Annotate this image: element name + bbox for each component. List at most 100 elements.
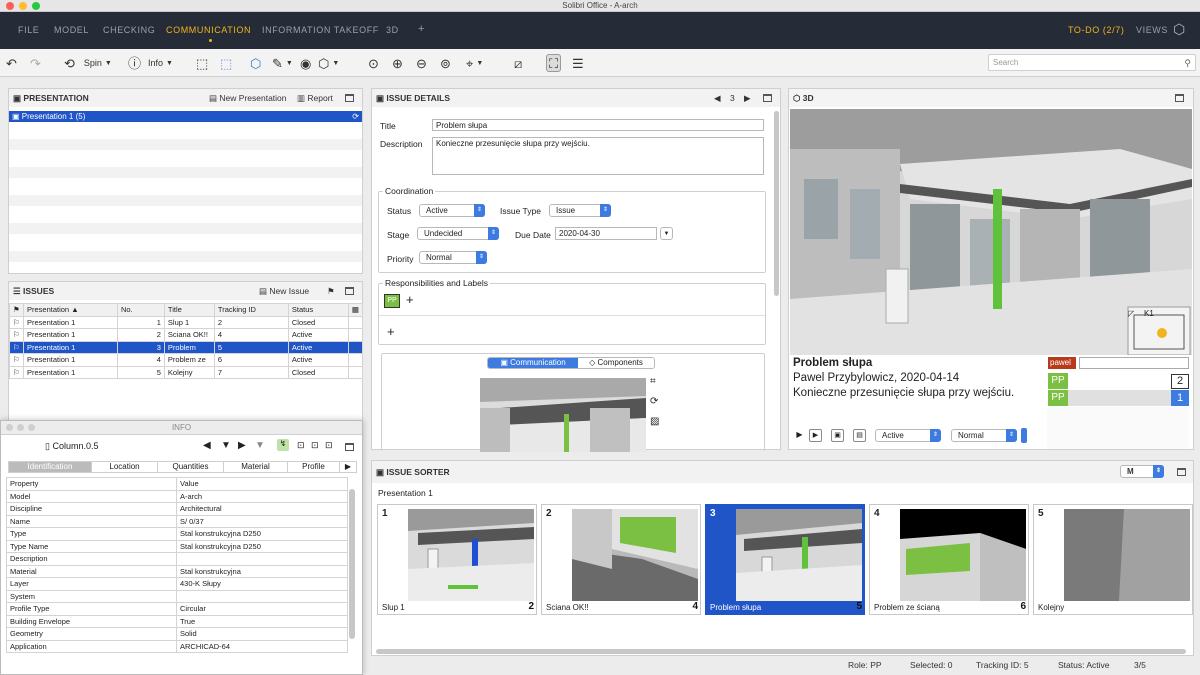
tab-communication[interactable]: ▣ Communication <box>488 358 578 368</box>
tab-components[interactable]: ◇ Components <box>578 358 654 368</box>
due-date-input[interactable]: 2020-04-30 <box>555 227 657 240</box>
table-row[interactable]: Name S/ 0/37 <box>6 514 348 528</box>
maximize-icon[interactable] <box>345 287 354 295</box>
column-header[interactable]: Value <box>176 477 348 491</box>
present-button[interactable]: ▤ <box>853 429 866 442</box>
table-row[interactable]: Profile Type Circular <box>6 602 348 616</box>
info-tool-icon[interactable]: ⊡ <box>297 440 305 451</box>
table-row[interactable]: ⚐ Presentation 1 1 Slup 1 2 Closed <box>9 315 364 329</box>
sync-info-button[interactable]: ↯ <box>277 439 289 451</box>
slider-handle[interactable] <box>1021 428 1027 443</box>
scrollbar-thumb[interactable] <box>774 111 779 296</box>
description-textarea[interactable]: Konieczne przesunięcie słupa przy wejści… <box>432 137 764 175</box>
issue-type-select[interactable]: Issue ⇕ <box>549 204 611 217</box>
table-row[interactable]: ⚐ Presentation 1 2 Sciana OK!! 4 Active <box>9 328 364 342</box>
tabs-more-icon[interactable]: ▶ <box>339 462 356 472</box>
issue-card[interactable]: 1 2 Slup 1 <box>377 504 537 615</box>
paint-button[interactable]: ✎ ▼ <box>272 54 293 72</box>
layers-button[interactable]: ☰ <box>572 54 584 72</box>
menu-checking[interactable]: CHECKING <box>103 25 155 35</box>
refresh-icon[interactable]: ⟳ <box>650 396 658 407</box>
user-tag-input[interactable] <box>1079 357 1189 369</box>
add-tab-button[interactable]: + <box>418 23 425 35</box>
table-row[interactable]: Discipline Architectural <box>6 502 348 516</box>
3d-viewport[interactable]: ◸ K1 <box>790 109 1192 355</box>
menu-3d[interactable]: 3D <box>386 25 399 35</box>
add-label-button[interactable]: + <box>387 324 395 339</box>
table-row[interactable]: Model A-arch <box>6 489 348 503</box>
flag-button[interactable]: ⚑ <box>327 282 335 300</box>
table-row[interactable]: Type Name Stal konstrukcyjna D250 <box>6 539 348 553</box>
table-row[interactable]: Type Stal konstrukcyjna D250 <box>6 527 348 541</box>
info-tool-icon[interactable]: ⊡ <box>325 440 333 451</box>
stage-select[interactable]: Undecided ⇕ <box>417 227 499 240</box>
priority-select[interactable]: Normal ⇕ <box>419 251 487 264</box>
zoom-in-button[interactable]: ⊕ <box>392 54 403 72</box>
table-row[interactable]: ⚐ Presentation 1 4 Problem ze 6 Active <box>9 353 364 367</box>
responsibility-row[interactable]: PP 1 <box>1048 390 1189 406</box>
issue-card[interactable]: 4 6 Problem ze ścianą <box>869 504 1029 615</box>
table-row[interactable]: Description <box>6 552 348 566</box>
column-header[interactable]: Tracking ID <box>213 303 289 317</box>
todo-button[interactable]: TO-DO (2/7) <box>1068 25 1124 35</box>
play-icon[interactable]: ▶ <box>793 429 806 442</box>
issue-card[interactable]: 5 Kolejny <box>1033 504 1193 615</box>
box-select-blue-button[interactable]: ⬚ <box>220 54 232 72</box>
maximize-icon[interactable] <box>1177 468 1186 476</box>
views-cube-icon[interactable]: ⬡ <box>1173 21 1186 38</box>
slideshow-button[interactable]: ▣ <box>831 429 844 442</box>
maximize-icon[interactable] <box>1175 94 1184 102</box>
column-header[interactable]: Status <box>287 303 349 317</box>
column-picker-icon[interactable]: ▦ <box>347 303 364 317</box>
date-picker-button[interactable]: ▼ <box>660 227 673 240</box>
new-issue-button[interactable]: ▤ New Issue <box>259 282 309 300</box>
view-cube-button[interactable]: ⬡ ▼ <box>318 54 339 72</box>
next-issue-button[interactable]: ▶ <box>744 89 751 107</box>
cube-select-button[interactable]: ⬡ <box>250 54 261 72</box>
zoom-out-button[interactable]: ⊖ <box>416 54 427 72</box>
info-button[interactable]: ⓘ Info ▼ <box>128 54 173 72</box>
add-responsibility-button[interactable]: + <box>406 292 414 307</box>
maximize-icon[interactable] <box>345 94 354 102</box>
status-select[interactable]: Active ⇕ <box>419 204 485 217</box>
map-button[interactable]: ⛶ <box>546 54 562 72</box>
report-button[interactable]: ▥ Report <box>297 89 333 107</box>
tab-profile[interactable]: Profile <box>287 462 339 472</box>
forward-button[interactable]: ▶ <box>238 440 246 451</box>
maximize-icon[interactable] <box>345 443 354 451</box>
zoom-fit-button[interactable]: ⊙ <box>368 54 379 72</box>
tab-quantities[interactable]: Quantities <box>157 462 223 472</box>
tab-location[interactable]: Location <box>91 462 157 472</box>
views-button[interactable]: VIEWS <box>1136 25 1168 35</box>
table-row-selected[interactable]: ⚐ Presentation 1 3 Problem 5 Active <box>9 340 364 354</box>
horizontal-scrollbar[interactable] <box>376 649 1186 654</box>
issue-card[interactable]: 2 4 Sciana OK!! <box>541 504 701 615</box>
presentation-item[interactable]: ▣ Presentation 1 (5) ⟳ <box>9 111 362 122</box>
next-frame-button[interactable]: ▶ <box>809 429 822 442</box>
image-icon[interactable]: ▨ <box>650 416 659 427</box>
spin-button[interactable]: ⟲ Spin ▼ <box>64 54 112 72</box>
previous-object-button[interactable]: ◀ <box>203 440 211 451</box>
column-header[interactable]: Presentation ▲ <box>22 303 118 317</box>
tab-material[interactable]: Material <box>223 462 287 472</box>
table-row[interactable]: System <box>6 589 348 603</box>
thumbnail-size-select[interactable]: M ⇕ <box>1120 465 1164 478</box>
capture-icon[interactable]: ⌗ <box>650 376 656 387</box>
table-row[interactable]: ⚐ Presentation 1 5 Kolejny 7 Closed <box>9 365 364 379</box>
issue-card-selected[interactable]: 3 5 Problem słupa <box>705 504 865 615</box>
maximize-icon[interactable] <box>763 94 772 102</box>
minimap-collapse-icon[interactable]: ◸ <box>1128 309 1134 318</box>
table-row[interactable]: Layer 430-K Słupy <box>6 577 348 591</box>
table-row[interactable]: Application ARCHICAD-64 <box>6 639 348 653</box>
redo-button[interactable]: ↷ <box>30 54 41 72</box>
column-header[interactable]: Title <box>163 303 215 317</box>
column-header[interactable]: No. <box>116 303 165 317</box>
menu-file[interactable]: FILE <box>18 25 39 35</box>
history-button[interactable]: ▼ <box>255 440 265 451</box>
box-select-button[interactable]: ⬚ <box>196 54 208 72</box>
table-row[interactable]: Geometry Solid <box>6 627 348 641</box>
table-row[interactable]: Material Stal konstrukcyjna <box>6 564 348 578</box>
scrollbar-thumb[interactable] <box>349 489 355 639</box>
status-select[interactable]: Active ⇕ <box>875 429 941 442</box>
user-tag[interactable]: pawel <box>1048 357 1076 369</box>
